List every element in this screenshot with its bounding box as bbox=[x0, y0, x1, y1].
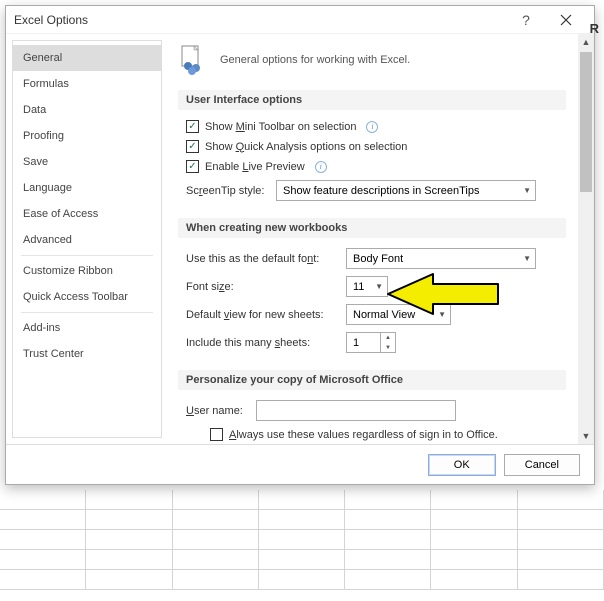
close-button[interactable] bbox=[546, 6, 586, 34]
chevron-down-icon: ▼ bbox=[523, 254, 531, 263]
ok-button[interactable]: OK bbox=[428, 454, 496, 476]
section-new-workbooks: When creating new workbooks bbox=[178, 218, 566, 238]
spreadsheet-background bbox=[0, 490, 604, 601]
content-panel: General options for working with Excel. … bbox=[162, 34, 594, 444]
chevron-down-icon: ▼ bbox=[438, 310, 446, 319]
default-font-label: Use this as the default font: bbox=[186, 253, 346, 265]
sidebar-item-formulas[interactable]: Formulas bbox=[13, 71, 161, 97]
chevron-down-icon: ▼ bbox=[375, 282, 383, 291]
live-preview-label: Enable Live Preview bbox=[205, 161, 305, 173]
section-personalize: Personalize your copy of Microsoft Offic… bbox=[178, 370, 566, 390]
header-text: General options for working with Excel. bbox=[220, 54, 410, 66]
sidebar-item-save[interactable]: Save bbox=[13, 149, 161, 175]
general-options-icon bbox=[178, 44, 210, 76]
titlebar: Excel Options ? bbox=[6, 6, 594, 34]
mini-toolbar-label: Show Mini Toolbar on selection bbox=[205, 121, 356, 133]
spinner-down-icon[interactable]: ▼ bbox=[381, 343, 395, 353]
mini-toolbar-checkbox[interactable]: ✓ bbox=[186, 120, 199, 133]
sidebar-item-trust-center[interactable]: Trust Center bbox=[13, 341, 161, 367]
username-input[interactable] bbox=[256, 400, 456, 421]
default-view-dropdown[interactable]: Normal View ▼ bbox=[346, 304, 451, 325]
help-button[interactable]: ? bbox=[506, 6, 546, 34]
sidebar-item-advanced[interactable]: Advanced bbox=[13, 227, 161, 253]
default-font-dropdown[interactable]: Body Font ▼ bbox=[346, 248, 536, 269]
dialog-title: Excel Options bbox=[14, 13, 506, 27]
cancel-button[interactable]: Cancel bbox=[504, 454, 580, 476]
info-icon[interactable]: i bbox=[315, 161, 327, 173]
sidebar-item-proofing[interactable]: Proofing bbox=[13, 123, 161, 149]
sidebar-item-data[interactable]: Data bbox=[13, 97, 161, 123]
sidebar-item-quick-access[interactable]: Quick Access Toolbar bbox=[13, 284, 161, 310]
sidebar-separator bbox=[21, 312, 153, 313]
font-size-dropdown[interactable]: 11 ▼ bbox=[346, 276, 388, 297]
excel-options-dialog: R Excel Options ? General Formulas Data … bbox=[5, 5, 595, 485]
scroll-up-icon[interactable]: ▲ bbox=[578, 34, 594, 50]
always-use-label: Always use these values regardless of si… bbox=[229, 429, 498, 441]
sidebar-item-customize-ribbon[interactable]: Customize Ribbon bbox=[13, 258, 161, 284]
screentip-dropdown[interactable]: Show feature descriptions in ScreenTips … bbox=[276, 180, 536, 201]
sidebar-item-addins[interactable]: Add-ins bbox=[13, 315, 161, 341]
spinner-up-icon[interactable]: ▲ bbox=[381, 333, 395, 343]
sidebar-item-general[interactable]: General bbox=[13, 45, 161, 71]
close-icon bbox=[560, 14, 572, 26]
default-view-label: Default view for new sheets: bbox=[186, 309, 346, 321]
scroll-down-icon[interactable]: ▼ bbox=[578, 428, 594, 444]
info-icon[interactable]: i bbox=[366, 121, 378, 133]
live-preview-checkbox[interactable]: ✓ bbox=[186, 160, 199, 173]
chevron-down-icon: ▼ bbox=[523, 186, 531, 195]
username-label: User name: bbox=[186, 405, 256, 417]
section-ui-options: User Interface options bbox=[178, 90, 566, 110]
font-size-label: Font size: bbox=[186, 281, 346, 293]
quick-analysis-checkbox[interactable]: ✓ bbox=[186, 140, 199, 153]
scrollbar-thumb[interactable] bbox=[580, 52, 592, 192]
sidebar: General Formulas Data Proofing Save Lang… bbox=[12, 40, 162, 438]
sidebar-item-ease-of-access[interactable]: Ease of Access bbox=[13, 201, 161, 227]
sheets-count-label: Include this many sheets: bbox=[186, 337, 346, 349]
always-use-checkbox[interactable]: ✓ bbox=[210, 428, 223, 441]
sheets-count-spinner[interactable]: 1 ▲ ▼ bbox=[346, 332, 396, 353]
vertical-scrollbar[interactable]: ▲ ▼ bbox=[578, 34, 594, 444]
screentip-label: ScreenTip style: bbox=[186, 185, 276, 197]
button-bar: OK Cancel bbox=[6, 444, 594, 484]
sidebar-item-language[interactable]: Language bbox=[13, 175, 161, 201]
sidebar-separator bbox=[21, 255, 153, 256]
quick-analysis-label: Show Quick Analysis options on selection bbox=[205, 141, 407, 153]
